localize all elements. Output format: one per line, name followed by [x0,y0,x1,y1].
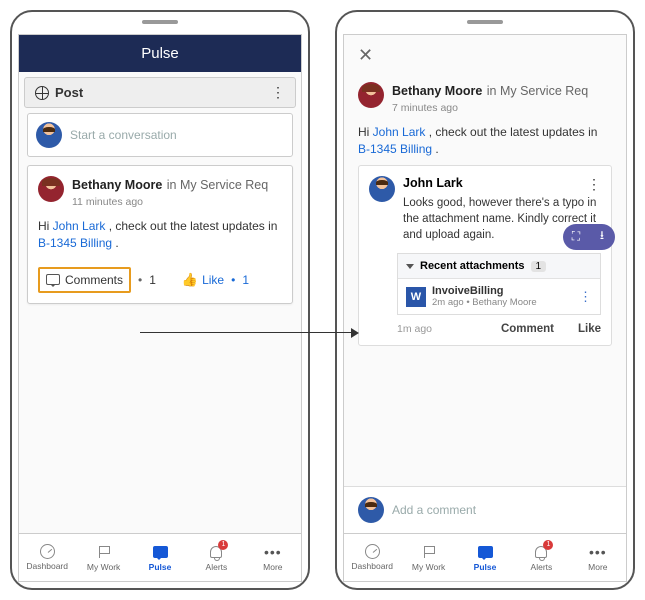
add-comment-row[interactable]: Add a comment [344,486,626,533]
attachments-card: Recent attachments 1 W InvoiveBilling 2m… [397,253,601,315]
avatar-self [36,122,62,148]
attachment-float-actions: ⛶ ⭳ [563,224,615,250]
phone-left: Pulse Post ⋮ Start a conversation Bethan… [10,10,310,590]
attachment-menu-icon[interactable]: ⋮ [579,289,592,305]
author-name-r: Bethany Moore [392,84,482,98]
attachment-name: InvoiveBilling [432,285,537,297]
reply-comment-button[interactable]: Comment [501,323,554,335]
tab-more[interactable]: •••More [245,534,301,581]
alerts-badge: 1 [218,540,228,550]
reply-author: John Lark [403,176,463,190]
tab-pulse[interactable]: Pulse [132,534,188,581]
thumbs-up-icon[interactable]: 👍 [182,272,198,288]
compose-placeholder: Start a conversation [70,128,177,142]
attachment-count: 1 [531,261,547,272]
post-body-r: Hi John Lark , check out the latest upda… [358,124,612,159]
comments-count: 1 [149,273,156,287]
tab-mywork[interactable]: My Work [400,534,456,581]
annotation-arrow [140,332,355,333]
post-label: Post [55,85,83,100]
flag-icon [424,546,434,558]
chevron-down-icon [406,264,414,269]
download-icon[interactable]: ⭳ [589,224,615,250]
globe-icon [35,86,49,100]
speaker [467,20,503,24]
post-body: Hi John Lark , check out the latest upda… [38,218,282,253]
post-time-r: 7 minutes ago [392,102,588,114]
post-header: Post ⋮ [24,77,296,108]
reply-actions: 1m ago Comment Like [397,323,601,335]
post-menu-icon[interactable]: ⋮ [271,84,285,101]
mention-link-r[interactable]: John Lark [373,125,426,139]
tab-bar: Dashboard My Work Pulse 1Alerts •••More [19,533,301,581]
like-label[interactable]: Like [202,273,224,287]
tab-bar: Dashboard My Work Pulse 1Alerts •••More [344,533,626,581]
pulse-icon [153,546,168,558]
feed-card[interactable]: Bethany Moore in My Service Req 11 minut… [27,165,293,304]
tab-alerts[interactable]: 1Alerts [513,534,569,581]
word-file-icon: W [406,287,426,307]
speaker [142,20,178,24]
compose-row[interactable]: Start a conversation [27,113,293,157]
author-name: Bethany Moore [72,178,162,192]
tab-alerts[interactable]: 1Alerts [188,534,244,581]
add-comment-placeholder: Add a comment [392,503,476,517]
tab-more[interactable]: •••More [570,534,626,581]
case-link[interactable]: B-1345 Billing [38,236,112,250]
attachment-meta: 2m ago • Bethany Moore [432,297,537,308]
reply-like-button[interactable]: Like [578,323,601,335]
dashboard-icon [365,544,380,559]
more-icon: ••• [265,544,281,560]
case-link-r[interactable]: B-1345 Billing [358,142,432,156]
tab-dashboard[interactable]: Dashboard [19,534,75,581]
phone-right: ✕ Bethany Moore in My Service Req 7 minu… [335,10,635,590]
avatar-author [38,176,64,202]
avatar-author [358,82,384,108]
attachment-item[interactable]: W InvoiveBilling 2m ago • Bethany Moore … [398,278,600,314]
close-button[interactable]: ✕ [344,35,626,76]
annotation-arrow-head [351,328,359,338]
tab-dashboard[interactable]: Dashboard [344,534,400,581]
mention-link[interactable]: John Lark [53,219,106,233]
author-context: in My Service Req [167,178,268,192]
post-actions: Comments • 1 👍 Like • 1 [38,267,282,293]
reply-time: 1m ago [397,323,432,335]
alerts-badge: 1 [543,540,553,550]
reply-menu-icon[interactable]: ⋮ [587,176,601,193]
post-time: 11 minutes ago [72,196,268,208]
tab-pulse[interactable]: Pulse [457,534,513,581]
comment-icon [46,274,60,285]
more-icon: ••• [590,544,606,560]
like-count: 1 [242,273,249,287]
expand-icon[interactable]: ⛶ [563,224,589,250]
app-title: Pulse [19,35,301,72]
comments-button[interactable]: Comments [38,267,131,293]
pulse-icon [478,546,493,558]
reply-card: John Lark ⋮ Looks good, however there's … [358,165,612,346]
avatar-self [358,497,384,523]
author-context-r: in My Service Req [487,84,588,98]
avatar-replier [369,176,395,202]
tab-mywork[interactable]: My Work [75,534,131,581]
screen-right: ✕ Bethany Moore in My Service Req 7 minu… [343,34,627,582]
dashboard-icon [40,544,55,559]
flag-icon [99,546,109,558]
screen-left: Pulse Post ⋮ Start a conversation Bethan… [18,34,302,582]
attachments-toggle[interactable]: Recent attachments 1 [398,254,600,278]
